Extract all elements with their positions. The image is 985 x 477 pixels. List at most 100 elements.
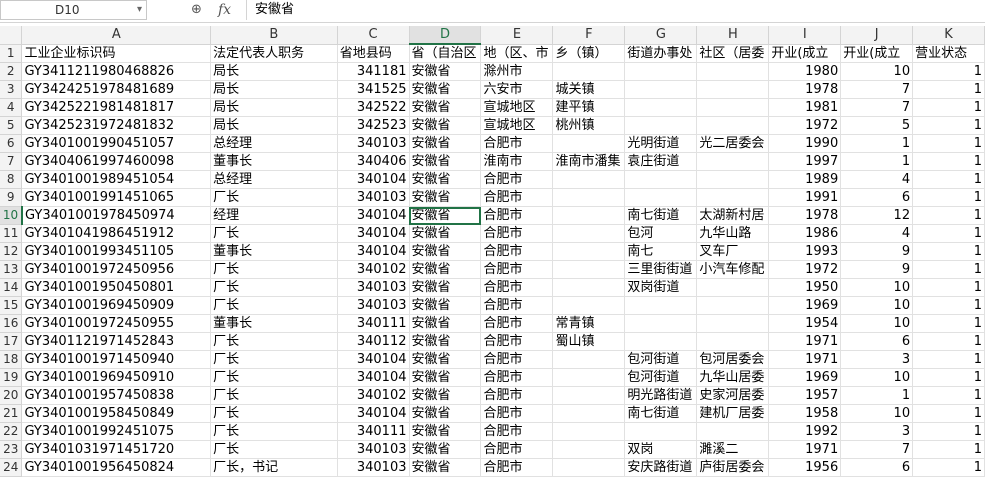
cell-i14[interactable]: 1950 [768,278,842,297]
cell-e14[interactable]: 合肥市 [480,278,554,297]
cell-h17[interactable] [696,332,770,351]
cell-d4[interactable]: 安徽省 [409,98,482,117]
cell-i15[interactable]: 1969 [768,296,842,315]
cell-c2[interactable]: 341181 [337,62,410,81]
cell-j7[interactable]: 1 [840,152,914,171]
cell-f13[interactable] [552,260,626,279]
cell-h2[interactable] [696,62,770,81]
cell-b19[interactable]: 厂长 [210,368,338,387]
formula-input[interactable]: 安徽省 [246,0,985,20]
cell-b7[interactable]: 董事长 [210,152,338,171]
cell-d1[interactable]: 省（自治区 [409,44,482,63]
row-header[interactable]: 6 [0,134,23,153]
cell-k21[interactable]: 1 [912,404,985,423]
cell-k12[interactable]: 1 [912,242,985,261]
cell-c19[interactable]: 340104 [337,368,410,387]
cell-e8[interactable]: 合肥市 [480,170,554,189]
cell-h13[interactable]: 小汽车修配 [696,260,770,279]
cell-c5[interactable]: 342523 [337,116,410,135]
fx-icon[interactable]: fx [218,0,231,20]
cell-g1[interactable]: 街道办事处 [624,44,698,63]
cell-d2[interactable]: 安徽省 [409,62,482,81]
cell-b21[interactable]: 厂长 [210,404,338,423]
cell-e18[interactable]: 合肥市 [480,350,554,369]
cell-j24[interactable]: 6 [840,458,914,477]
cell-a12[interactable]: GY3401001993451105 [21,242,212,261]
cell-e12[interactable]: 合肥市 [480,242,554,261]
column-header-j[interactable]: J [840,26,914,45]
cell-g7[interactable]: 袁庄街道 [624,152,698,171]
cell-f20[interactable] [552,386,626,405]
cell-b6[interactable]: 总经理 [210,134,338,153]
cell-h8[interactable] [696,170,770,189]
cell-h16[interactable] [696,314,770,333]
cell-a2[interactable]: GY3411211980468826 [21,62,212,81]
cell-d13[interactable]: 安徽省 [409,260,482,279]
cell-d22[interactable]: 安徽省 [409,422,482,441]
cell-f4[interactable]: 建平镇 [552,98,626,117]
cell-j15[interactable]: 10 [840,296,914,315]
cell-h23[interactable]: 濉溪二 [696,440,770,459]
cell-e2[interactable]: 滁州市 [480,62,554,81]
cell-i20[interactable]: 1957 [768,386,842,405]
cell-j2[interactable]: 10 [840,62,914,81]
cell-b10[interactable]: 经理 [210,206,338,225]
cell-b24[interactable]: 厂长，书记 [210,458,338,477]
cell-j16[interactable]: 10 [840,314,914,333]
cell-b18[interactable]: 厂长 [210,350,338,369]
cell-a21[interactable]: GY3401001958450849 [21,404,212,423]
cell-j5[interactable]: 5 [840,116,914,135]
cell-c1[interactable]: 省地县码 [337,44,410,63]
cell-i4[interactable]: 1981 [768,98,842,117]
row-header[interactable]: 24 [0,458,23,477]
cell-a9[interactable]: GY3401001991451065 [21,188,212,207]
cell-j3[interactable]: 7 [840,80,914,99]
cell-i3[interactable]: 1978 [768,80,842,99]
cell-k5[interactable]: 1 [912,116,985,135]
row-header[interactable]: 16 [0,314,23,333]
select-all-corner[interactable] [0,26,23,45]
cell-h22[interactable] [696,422,770,441]
cell-a16[interactable]: GY3401001972450955 [21,314,212,333]
cell-j1[interactable]: 开业(成立 [840,44,914,63]
row-header[interactable]: 5 [0,116,23,135]
cell-a7[interactable]: GY3404061997460098 [21,152,212,171]
column-header-e[interactable]: E [480,26,554,45]
cell-k23[interactable]: 1 [912,440,985,459]
row-header[interactable]: 9 [0,188,23,207]
cell-j9[interactable]: 6 [840,188,914,207]
cell-i5[interactable]: 1972 [768,116,842,135]
cell-c20[interactable]: 340102 [337,386,410,405]
cell-j12[interactable]: 9 [840,242,914,261]
cell-e17[interactable]: 合肥市 [480,332,554,351]
cell-j6[interactable]: 1 [840,134,914,153]
cell-i2[interactable]: 1980 [768,62,842,81]
cell-e7[interactable]: 淮南市 [480,152,554,171]
cell-d20[interactable]: 安徽省 [409,386,482,405]
cell-d23[interactable]: 安徽省 [409,440,482,459]
row-header[interactable]: 4 [0,98,23,117]
cell-e24[interactable]: 合肥市 [480,458,554,477]
cell-g11[interactable]: 包河 [624,224,698,243]
row-header[interactable]: 18 [0,350,23,369]
cell-f16[interactable]: 常青镇 [552,314,626,333]
cell-d11[interactable]: 安徽省 [409,224,482,243]
cell-f3[interactable]: 城关镇 [552,80,626,99]
cell-d17[interactable]: 安徽省 [409,332,482,351]
row-header[interactable]: 23 [0,440,23,459]
cell-c6[interactable]: 340103 [337,134,410,153]
cell-a17[interactable]: GY3401121971452843 [21,332,212,351]
cell-j13[interactable]: 9 [840,260,914,279]
cell-g24[interactable]: 安庆路街道 [624,458,698,477]
cell-f23[interactable] [552,440,626,459]
cell-a8[interactable]: GY3401001989451054 [21,170,212,189]
cell-j11[interactable]: 4 [840,224,914,243]
cell-k13[interactable]: 1 [912,260,985,279]
cell-a1[interactable]: 工业企业标识码 [21,44,212,63]
row-header[interactable]: 17 [0,332,23,351]
cell-c17[interactable]: 340112 [337,332,410,351]
cell-c9[interactable]: 340103 [337,188,410,207]
cell-c23[interactable]: 340103 [337,440,410,459]
cell-c13[interactable]: 340102 [337,260,410,279]
cell-a4[interactable]: GY3425221981481817 [21,98,212,117]
